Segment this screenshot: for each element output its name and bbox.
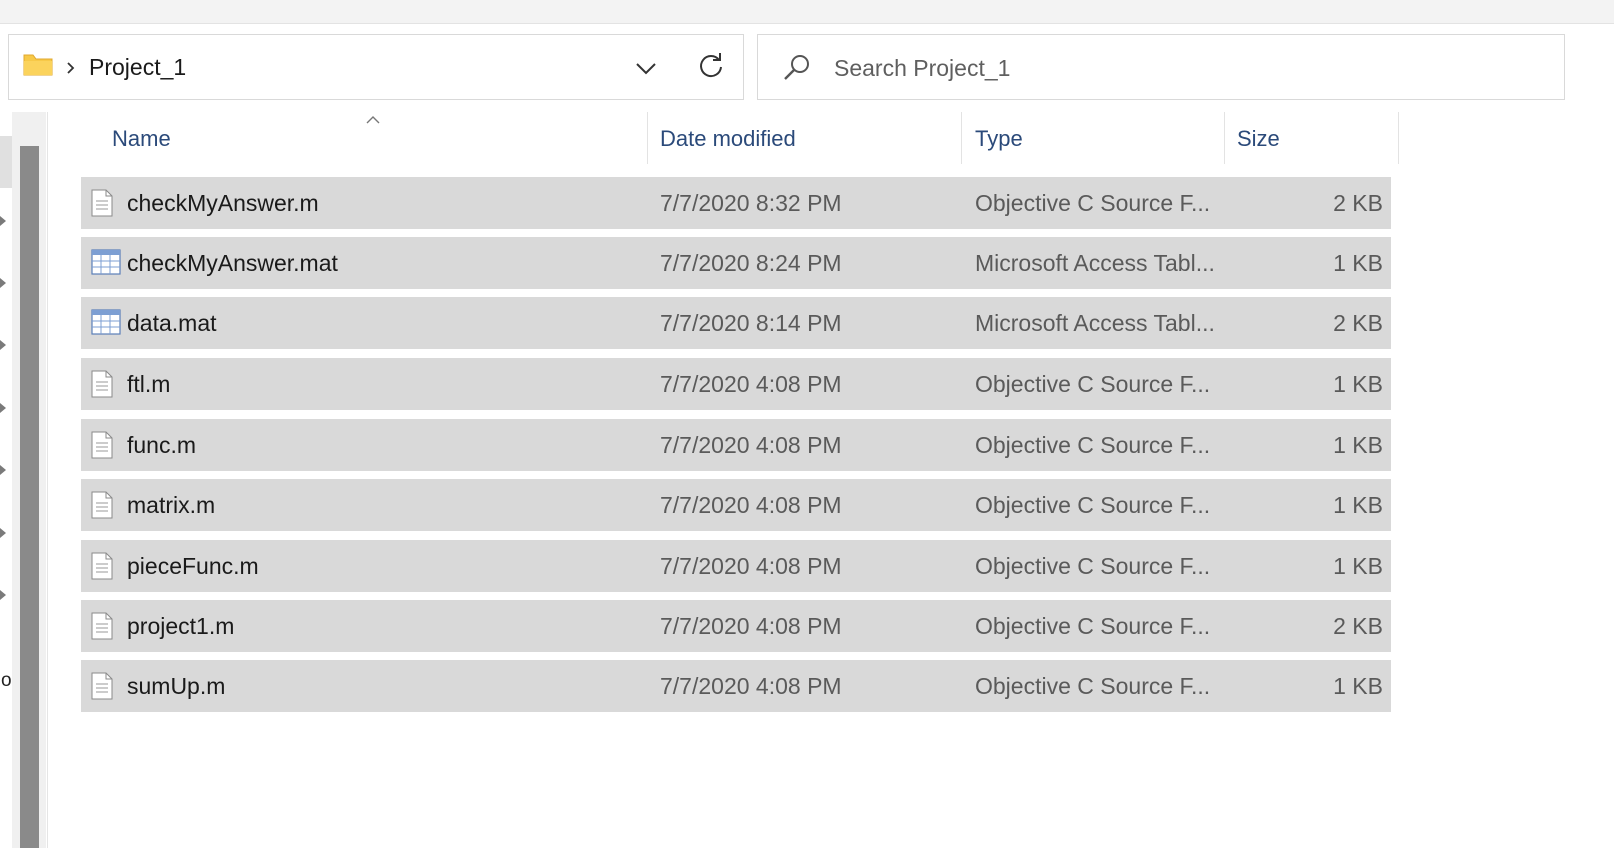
file-row[interactable]: data.mat 7/7/2020 8:14 PM Microsoft Access…: [81, 297, 1391, 349]
file-row[interactable]: checkMyAnswer.mat 7/7/2020 8:24 PM Microso…: [81, 237, 1391, 289]
column-header-size[interactable]: Size: [1237, 126, 1280, 152]
column-header-row: Name Date modified Type Size: [50, 112, 1410, 166]
file-date-modified: 7/7/2020 8:14 PM: [660, 310, 842, 336]
file-date-modified: 7/7/2020 4:08 PM: [660, 371, 842, 397]
text-file-icon: [91, 672, 113, 705]
nav-expand-icon[interactable]: [0, 340, 6, 350]
file-date-modified: 7/7/2020 4:08 PM: [660, 492, 842, 518]
nav-expand-icon[interactable]: [0, 278, 6, 288]
chevron-right-icon[interactable]: [65, 60, 77, 81]
file-name: matrix.m: [127, 492, 216, 518]
search-icon: [782, 53, 812, 88]
refresh-icon[interactable]: [695, 51, 727, 83]
file-size: 1 KB: [1333, 492, 1383, 518]
text-file-icon: [91, 189, 113, 222]
nav-expand-icon[interactable]: [0, 590, 6, 600]
text-file-icon: [91, 552, 113, 585]
file-name: pieceFunc.m: [127, 553, 259, 579]
chevron-down-icon[interactable]: [631, 53, 661, 83]
file-size: 1 KB: [1333, 432, 1383, 458]
text-file-icon: [91, 491, 113, 524]
file-name: data.mat: [127, 310, 217, 336]
column-divider[interactable]: [1398, 112, 1399, 164]
text-file-icon: [91, 612, 113, 645]
file-type: Objective C Source F...: [975, 190, 1211, 216]
file-size: 1 KB: [1333, 371, 1383, 397]
nav-selected-item[interactable]: [0, 136, 12, 188]
file-name: sumUp.m: [127, 673, 226, 699]
nav-expand-icon[interactable]: [0, 465, 6, 475]
file-type: Objective C Source F...: [975, 432, 1211, 458]
file-row[interactable]: ftl.m 7/7/2020 4:08 PM Objective C Source …: [81, 358, 1391, 410]
column-divider[interactable]: [1224, 112, 1225, 164]
nav-scrollbar-thumb[interactable]: [20, 146, 39, 848]
nav-item-label: o: [1, 670, 12, 691]
table-file-icon: [91, 309, 121, 340]
file-name: project1.m: [127, 613, 235, 639]
folder-icon: [23, 53, 53, 82]
file-date-modified: 7/7/2020 4:08 PM: [660, 432, 842, 458]
file-row[interactable]: checkMyAnswer.m 7/7/2020 8:32 PM Objective…: [81, 177, 1391, 229]
file-date-modified: 7/7/2020 8:24 PM: [660, 250, 842, 276]
file-row[interactable]: matrix.m 7/7/2020 4:08 PM Objective C Sour…: [81, 479, 1391, 531]
file-type: Objective C Source F...: [975, 673, 1211, 699]
file-date-modified: 7/7/2020 4:08 PM: [660, 613, 842, 639]
breadcrumb[interactable]: Project_1: [89, 54, 186, 81]
column-header-name[interactable]: Name: [112, 126, 171, 152]
file-row[interactable]: sumUp.m 7/7/2020 4:08 PM Objective C Sourc…: [81, 660, 1391, 712]
file-type: Microsoft Access Tabl...: [975, 250, 1215, 276]
search-box[interactable]: [757, 34, 1565, 100]
text-file-icon: [91, 370, 113, 403]
file-type: Microsoft Access Tabl...: [975, 310, 1215, 336]
file-size: 1 KB: [1333, 553, 1383, 579]
file-date-modified: 7/7/2020 4:08 PM: [660, 553, 842, 579]
file-name: checkMyAnswer.m: [127, 190, 319, 216]
table-file-icon: [91, 249, 121, 280]
file-row[interactable]: func.m 7/7/2020 4:08 PM Objective C Source…: [81, 419, 1391, 471]
file-type: Objective C Source F...: [975, 553, 1211, 579]
column-divider[interactable]: [647, 112, 648, 164]
column-header-date[interactable]: Date modified: [660, 126, 796, 152]
search-input[interactable]: [834, 51, 1534, 85]
file-type: Objective C Source F...: [975, 371, 1211, 397]
file-size: 2 KB: [1333, 190, 1383, 216]
file-date-modified: 7/7/2020 4:08 PM: [660, 673, 842, 699]
file-name: checkMyAnswer.mat: [127, 250, 338, 276]
nav-expand-icon[interactable]: [0, 216, 6, 226]
file-size: 2 KB: [1333, 613, 1383, 639]
sort-ascending-icon: [366, 112, 380, 130]
text-file-icon: [91, 431, 113, 464]
file-name: ftl.m: [127, 371, 171, 397]
navigation-pane[interactable]: o: [0, 112, 48, 848]
nav-expand-icon[interactable]: [0, 528, 6, 538]
column-divider[interactable]: [961, 112, 962, 164]
address-bar[interactable]: Project_1: [8, 34, 744, 100]
file-name: func.m: [127, 432, 197, 458]
file-size: 2 KB: [1333, 310, 1383, 336]
file-size: 1 KB: [1333, 250, 1383, 276]
file-size: 1 KB: [1333, 673, 1383, 699]
file-type: Objective C Source F...: [975, 492, 1211, 518]
file-date-modified: 7/7/2020 8:32 PM: [660, 190, 842, 216]
column-header-type[interactable]: Type: [975, 126, 1023, 152]
file-type: Objective C Source F...: [975, 613, 1211, 639]
file-row[interactable]: pieceFunc.m 7/7/2020 4:08 PM Objective C S…: [81, 540, 1391, 592]
nav-expand-icon[interactable]: [0, 403, 6, 413]
file-row[interactable]: project1.m 7/7/2020 4:08 PM Objective C So…: [81, 600, 1391, 652]
window-top-strip: [0, 0, 1614, 24]
